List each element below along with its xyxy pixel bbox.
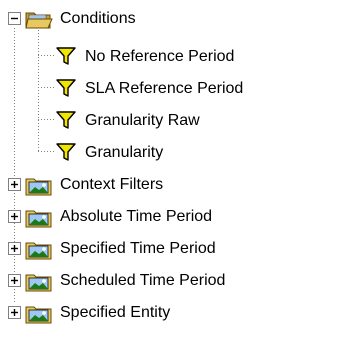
node-label: Scheduled Time Period — [60, 272, 226, 289]
image-folder-icon — [25, 303, 53, 325]
expand-toggle-icon[interactable] — [8, 274, 21, 287]
expand-toggle-icon[interactable] — [8, 242, 21, 255]
node-label: No Reference Period — [85, 48, 235, 65]
node-label: SLA Reference Period — [85, 80, 244, 97]
image-folder-icon — [25, 271, 53, 293]
image-folder-icon — [25, 175, 53, 197]
node-label: Granularity Raw — [85, 112, 200, 129]
filter-funnel-icon — [55, 109, 77, 131]
image-folder-icon — [25, 207, 53, 229]
expand-toggle-icon[interactable] — [8, 210, 21, 223]
node-label: Specified Time Period — [60, 240, 216, 257]
filter-funnel-icon — [55, 45, 77, 67]
expand-toggle-icon[interactable] — [8, 178, 21, 191]
open-folder-icon — [25, 8, 53, 30]
expand-toggle-icon[interactable] — [8, 306, 21, 319]
node-label: Specified Entity — [60, 304, 171, 321]
filter-funnel-icon — [55, 141, 77, 163]
collapse-toggle-icon[interactable] — [8, 12, 21, 25]
node-label: Absolute Time Period — [60, 208, 213, 225]
node-label: Granularity — [85, 144, 164, 161]
node-label: Conditions — [60, 10, 136, 27]
filter-funnel-icon — [55, 77, 77, 99]
node-label: Context Filters — [60, 176, 164, 193]
conditions-tree: Conditions No Reference Period SLA Refer… — [0, 0, 338, 344]
image-folder-icon — [25, 239, 53, 261]
